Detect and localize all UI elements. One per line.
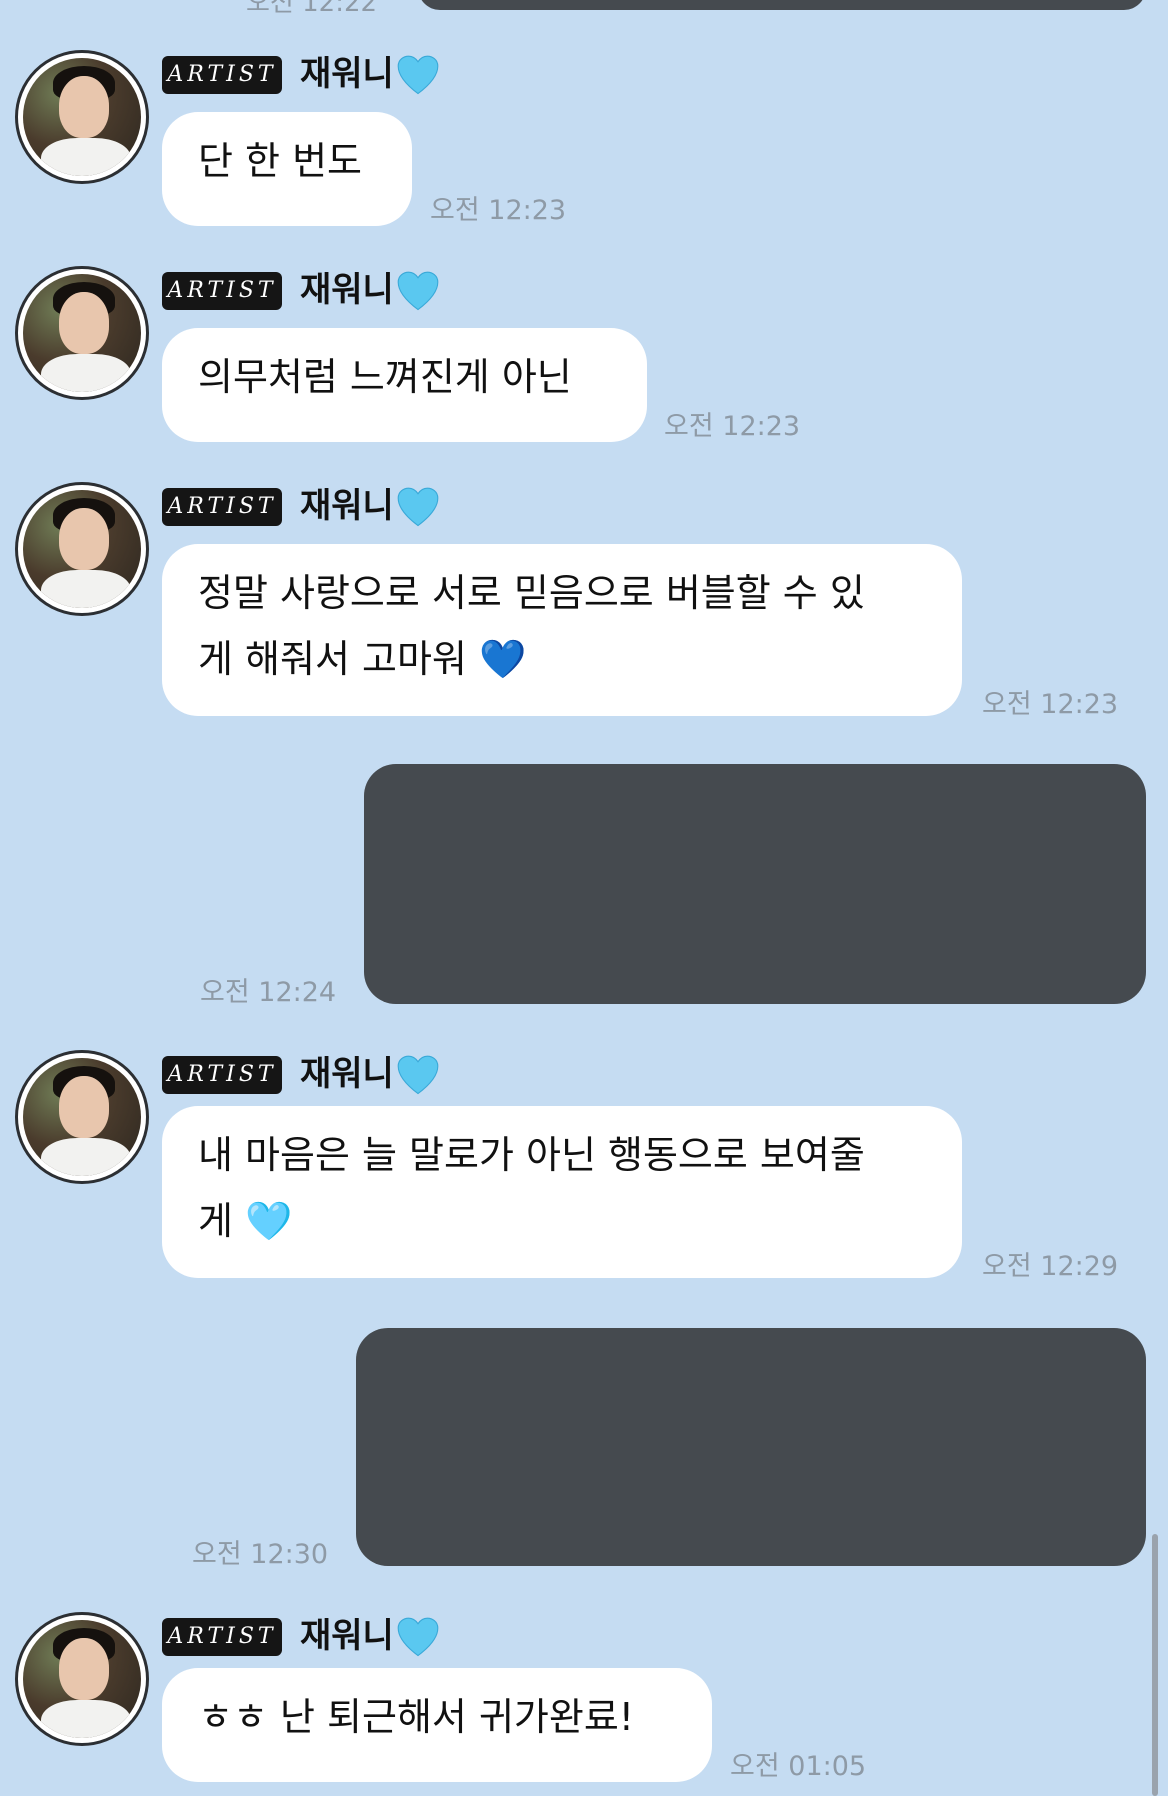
message-text: ㅎㅎ 난 퇴근해서 귀가완료!: [198, 1695, 635, 1739]
message-time: 오전 12:24: [200, 977, 337, 1008]
message-time-top: 오전 12:22: [246, 0, 378, 18]
message-bubble[interactable]: 의무처럼 느껴진게 아닌: [162, 328, 647, 442]
profile-photo: [23, 1058, 141, 1176]
avatar[interactable]: [15, 266, 149, 400]
message-text: 내 마음은 늘 말로가 아닌 행동으로 보여줄 게 🩵: [198, 1133, 865, 1243]
message-text: 정말 사랑으로 서로 믿음으로 버블할 수 있 게 해줘서 고마워 💙: [198, 571, 865, 681]
artist-badge: ARTIST: [162, 1618, 282, 1656]
message-time: 오전 12:23: [664, 411, 801, 442]
profile-photo: [23, 1620, 141, 1738]
artist-badge: ARTIST: [162, 1056, 282, 1094]
sender-name: 재워니: [300, 486, 394, 526]
avatar[interactable]: [15, 1050, 149, 1184]
sender-name: 재워니: [300, 54, 394, 94]
sender-name: 재워니: [300, 270, 394, 310]
sender-name: 재워니: [300, 1054, 394, 1094]
profile-photo: [23, 490, 141, 608]
message-bubble[interactable]: 내 마음은 늘 말로가 아닌 행동으로 보여줄 게 🩵: [162, 1106, 962, 1278]
redacted-message-bubble[interactable]: [356, 1328, 1146, 1566]
light-blue-heart-icon: [397, 271, 439, 311]
artist-badge: ARTIST: [162, 56, 282, 94]
message-time: 오전 01:05: [730, 1751, 867, 1782]
light-blue-heart-icon: [397, 487, 439, 527]
avatar[interactable]: [15, 1612, 149, 1746]
message-bubble[interactable]: 단 한 번도: [162, 112, 412, 226]
message-bubble[interactable]: 정말 사랑으로 서로 믿음으로 버블할 수 있 게 해줘서 고마워 💙: [162, 544, 962, 716]
message-time: 오전 12:29: [982, 1251, 1119, 1282]
light-blue-heart-icon: [397, 1617, 439, 1657]
message-bubble[interactable]: ㅎㅎ 난 퇴근해서 귀가완료!: [162, 1668, 712, 1782]
sender-name: 재워니: [300, 1616, 394, 1656]
redacted-message-bubble[interactable]: [364, 764, 1146, 1004]
profile-photo: [23, 274, 141, 392]
light-blue-heart-icon: [397, 55, 439, 95]
avatar[interactable]: [15, 482, 149, 616]
scrollbar[interactable]: [1152, 1534, 1158, 1796]
message-text: 단 한 번도: [198, 139, 362, 183]
message-time: 오전 12:30: [192, 1539, 329, 1570]
avatar[interactable]: [15, 50, 149, 184]
artist-badge: ARTIST: [162, 488, 282, 526]
message-time: 오전 12:23: [982, 689, 1119, 720]
profile-photo: [23, 58, 141, 176]
artist-badge: ARTIST: [162, 272, 282, 310]
message-text: 의무처럼 느껴진게 아닌: [198, 355, 572, 399]
message-time: 오전 12:23: [430, 195, 567, 226]
light-blue-heart-icon: [397, 1055, 439, 1095]
redacted-message-bubble-top: [418, 0, 1146, 10]
